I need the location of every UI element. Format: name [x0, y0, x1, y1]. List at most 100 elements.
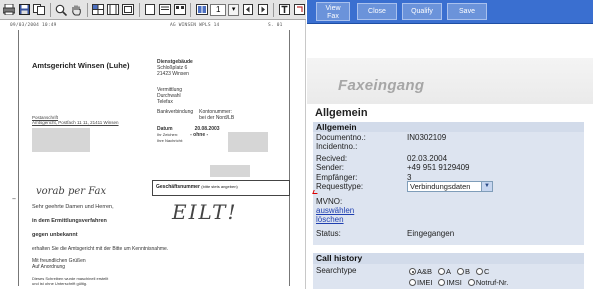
searchtype-option-ab[interactable]: A&B: [409, 267, 432, 276]
fax-header-timestamp: 09/03/2004 10:49: [10, 23, 57, 28]
letter-salutation: Sehr geehrte Damen und Herren,: [32, 204, 114, 210]
letter-footer-2: und ist ohne Unterschrift gültig.: [32, 281, 88, 286]
received-label: Recived:: [316, 154, 348, 163]
searchtype-option-a[interactable]: A: [438, 267, 451, 276]
copy-icon[interactable]: [33, 3, 46, 16]
radio-icon[interactable]: [409, 279, 416, 286]
general-info-block: Allgemein Documentno.: IN0302109 Inciden…: [313, 122, 584, 245]
single-page-icon[interactable]: [144, 3, 157, 16]
page-dropdown[interactable]: ▾: [228, 3, 240, 16]
fax-document-viewer: 1 ▾ 09/03/2004 10:49 AG WINSEN WPLS 14 S…: [0, 0, 306, 289]
searchtype-options-row-2: IMEI IMSI Notruf-Nr.: [409, 278, 511, 287]
court-address-block: Dienstgebäude Schloßplatz 6 21423 Winsen…: [157, 59, 234, 144]
handwritten-eilt: EILT!: [172, 200, 238, 224]
qualify-button[interactable]: Qualify: [402, 3, 442, 20]
letter-request: erhalten Sie die Amtsgericht mit der Bit…: [32, 246, 169, 252]
toolbar-separator: [49, 2, 51, 17]
page-number-input[interactable]: 1: [210, 3, 227, 16]
toolbar-separator: [138, 2, 140, 17]
close-button[interactable]: Close: [357, 3, 397, 20]
radio-icon[interactable]: [457, 268, 465, 275]
handwritten-note-fax: vorab per Fax: [36, 186, 107, 197]
delete-mvno-link[interactable]: löschen: [316, 215, 344, 224]
status-value: Eingegangen: [407, 229, 455, 238]
sender-postal-address: Amtsgericht, Postfach 11 11, 21411 Winse…: [32, 120, 119, 125]
option-label: A&B: [417, 267, 433, 276]
bank-label: Bankverbindung: [157, 109, 194, 115]
requesttype-select[interactable]: Verbindungsdaten ▼: [407, 181, 493, 192]
message-label: Ihre Nachricht:: [157, 138, 184, 143]
chevron-down-icon[interactable]: ▼: [481, 182, 492, 191]
save-button[interactable]: Save: [447, 3, 487, 20]
radio-icon[interactable]: [438, 279, 446, 286]
redacted-phone: [228, 132, 268, 152]
zoom-icon[interactable]: [55, 3, 68, 16]
fit-page-icon[interactable]: [122, 3, 135, 16]
option-label: Notruf-Nr.: [475, 278, 509, 287]
searchtype-label: Searchtype: [316, 266, 357, 275]
save-disk-icon[interactable]: [18, 3, 31, 16]
page-layout-icon[interactable]: [158, 3, 171, 16]
redacted-recipient: [32, 128, 90, 152]
fax-header-sender: AG WINSEN WPLS 14: [170, 23, 220, 28]
recipient-label: Empfänger:: [316, 173, 358, 182]
letter-against-unknown: gegen unbekannt: [32, 232, 78, 238]
searchtype-options-row-1: A&B A B C: [409, 267, 492, 276]
option-label: B: [465, 267, 471, 276]
prev-page-icon[interactable]: [241, 3, 254, 16]
page-title: Faxeingang: [338, 77, 425, 94]
view-fax-button[interactable]: View Fax: [316, 2, 350, 21]
requesttype-value: Verbindungsdaten: [410, 182, 471, 191]
select-mvno-link[interactable]: auswählen: [316, 206, 354, 215]
documentno-value: IN0302109: [407, 133, 447, 142]
call-history-block: Call history Searchtype A&B A B C IMEI I…: [313, 253, 584, 289]
action-toolbar: View Fax Close Qualify Save: [307, 0, 593, 24]
radio-icon[interactable]: [476, 268, 484, 275]
rotate-icon[interactable]: [293, 3, 306, 16]
fax-intake-panel: View Fax Close Qualify Save Faxeingang A…: [307, 0, 593, 289]
letter-greeting-2: Auf Anordnung: [32, 264, 66, 270]
radio-icon[interactable]: [438, 268, 446, 275]
case-number-hint: (bitte stets angeben): [201, 184, 238, 189]
fit-width-icon[interactable]: [107, 3, 120, 16]
print-icon[interactable]: [3, 3, 16, 16]
sender-label: Sender:: [316, 163, 345, 172]
redacted-box: [210, 165, 250, 177]
view-fax-label-2: Fax: [327, 13, 339, 20]
requesttype-label: Requesttype:: [316, 182, 364, 191]
bank-row: Bankverbindung Kontonummer: bei der Nord/…: [157, 109, 234, 121]
radio-selected-icon[interactable]: [409, 268, 416, 275]
annotation-t-icon[interactable]: [278, 3, 291, 16]
option-label: IMEI: [417, 278, 433, 287]
searchtype-option-c[interactable]: C: [476, 267, 489, 276]
pan-hand-icon[interactable]: [70, 3, 83, 16]
case-number-label: Geschäftsnummer (bitte stets angeben): [156, 184, 238, 190]
sender-value: +49 951 9129409: [407, 163, 470, 172]
next-page-icon[interactable]: [256, 3, 269, 16]
letter-proceedings: in dem Ermittlungsverfahren: [32, 218, 107, 224]
searchtype-option-imsi[interactable]: IMSI: [438, 278, 462, 287]
view-fax-label-1: View: [325, 5, 341, 12]
toolbar-separator: [190, 2, 192, 17]
searchtype-option-notruf[interactable]: Notruf-Nr.: [467, 278, 509, 287]
thumbnail-icon[interactable]: [173, 3, 186, 16]
status-label: Status:: [316, 229, 341, 238]
searchtype-option-imei[interactable]: IMEI: [409, 278, 432, 287]
mvno-label: MVNO:: [316, 197, 343, 206]
radio-icon[interactable]: [467, 279, 475, 286]
fax-page-image: 09/03/2004 10:49 AG WINSEN WPLS 14 S. 01…: [6, 22, 301, 286]
option-label: A: [446, 267, 452, 276]
section-title: Allgemein: [315, 107, 368, 119]
multi-page-icon[interactable]: [195, 3, 208, 16]
bank-name: bei der Nord/LB: [199, 115, 235, 121]
received-value: 02.03.2004: [407, 154, 448, 163]
documentno-label: Documentno.:: [316, 133, 366, 142]
fax-header-page: S. 01: [268, 23, 283, 28]
searchtype-option-b[interactable]: B: [457, 267, 470, 276]
fax-margin-line: [18, 30, 19, 286]
general-info-header: Allgemein: [313, 122, 584, 132]
option-label: C: [484, 267, 490, 276]
toolbar-spacer: [307, 25, 593, 37]
viewer-toolbar: 1 ▾: [0, 0, 306, 20]
grid-view-icon[interactable]: [92, 3, 105, 16]
